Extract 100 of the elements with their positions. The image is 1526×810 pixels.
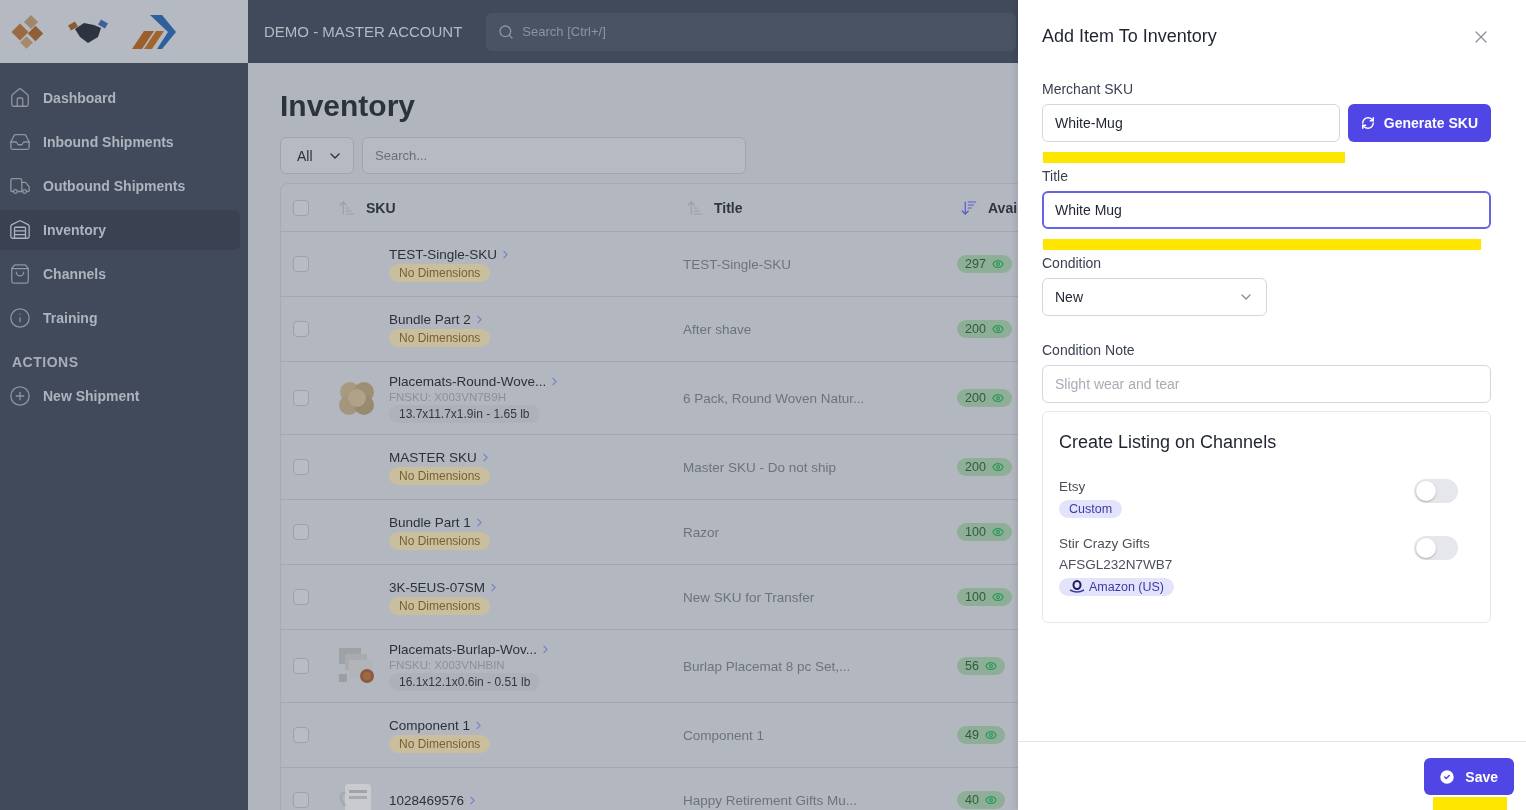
bag-icon	[9, 263, 31, 285]
channel-name: Stir Crazy Gifts	[1059, 536, 1150, 551]
warning-badge: No Dimensions	[389, 466, 491, 485]
available-badge: 200	[957, 389, 1012, 407]
sku-link[interactable]: Component 1	[389, 717, 471, 733]
section-title: ACTIONS	[11, 353, 80, 372]
eye-icon	[991, 591, 1004, 603]
warning-badge: No Dimensions	[389, 531, 491, 550]
sku-link[interactable]: Placemats-Round-Wove...	[389, 373, 547, 389]
available-badge: 49	[957, 726, 1005, 744]
card-title: Create Listing on Channels	[1059, 432, 1278, 453]
table-cell-text: After shave	[683, 321, 753, 337]
table-cell-text: Happy Retirement Gifts Mu...	[683, 792, 859, 808]
available-badge: 297	[957, 255, 1012, 273]
field-label: Condition Note	[1042, 342, 1136, 358]
generate-sku-button[interactable]: Generate SKU	[1347, 104, 1491, 142]
panel-title: Add Item To Inventory	[1042, 26, 1217, 47]
table-cell-text: Component 1	[683, 727, 766, 743]
channel-name: Etsy	[1059, 479, 1086, 494]
eye-icon	[991, 461, 1004, 473]
available-badge: 200	[957, 458, 1012, 476]
sidebar-item[interactable]: Dashboard	[0, 78, 240, 118]
sku-link[interactable]: 3K-5EUS-07SM	[389, 579, 486, 595]
warning-badge: No Dimensions	[389, 263, 491, 282]
sidebar-item[interactable]: Inbound Shipments	[0, 122, 240, 162]
checkbox[interactable]	[293, 658, 309, 674]
input-field[interactable]: White Mug	[1042, 191, 1491, 229]
input-field[interactable]: Slight wear and tear	[1042, 365, 1491, 403]
eye-icon	[984, 660, 997, 672]
inbox-icon	[9, 131, 31, 153]
field-label: Merchant SKU	[1042, 81, 1135, 97]
input-field[interactable]: White-Mug	[1042, 104, 1340, 142]
dimensions-badge: 16.1x12.1x0.6in - 0.51 lb	[389, 672, 541, 691]
search-icon	[498, 23, 515, 40]
warning-badge: No Dimensions	[389, 596, 491, 615]
eye-icon	[991, 323, 1004, 335]
table-cell-text: Master SKU - Do not ship	[683, 459, 838, 475]
sku-link[interactable]: Bundle Part 1	[389, 514, 471, 530]
column-header[interactable]: Title	[714, 199, 743, 216]
table-cell-text: Burlap Placemat 8 pc Set,...	[683, 658, 852, 674]
eye-icon	[991, 526, 1004, 538]
toggle-switch[interactable]	[1414, 536, 1458, 560]
warning-badge: No Dimensions	[389, 734, 491, 753]
sidebar-item[interactable]: Inventory	[0, 210, 240, 250]
warning-badge: No Dimensions	[389, 328, 491, 347]
field-label: Title	[1042, 168, 1069, 184]
channel-tag: Amazon (US)	[1059, 578, 1175, 596]
eye-icon	[991, 392, 1004, 404]
checkbox[interactable]	[293, 727, 309, 743]
checkbox[interactable]	[293, 589, 309, 605]
sidebar-item[interactable]: Training	[0, 298, 240, 338]
checkbox[interactable]	[293, 256, 309, 272]
sidebar-item[interactable]: New Shipment	[0, 376, 240, 416]
diamond-logo-icon	[10, 13, 46, 50]
condition-select[interactable]: New	[1042, 278, 1267, 316]
eye-icon	[991, 258, 1004, 270]
warehouse-icon	[9, 219, 31, 241]
table-cell-text: TEST-Single-SKU	[683, 256, 793, 272]
save-button[interactable]: Save	[1424, 758, 1514, 796]
sku-link[interactable]: MASTER SKU	[389, 449, 477, 465]
available-badge: 56	[957, 657, 1005, 675]
field-label: Condition	[1042, 255, 1103, 271]
available-badge: 100	[957, 523, 1012, 541]
sku-link[interactable]: Placemats-Burlap-Wov...	[389, 641, 538, 657]
sort-icon[interactable]	[686, 198, 704, 217]
checkbox[interactable]	[293, 792, 309, 808]
home-icon	[9, 87, 31, 109]
checkbox[interactable]	[293, 390, 309, 406]
refresh-icon	[1360, 116, 1375, 130]
check-icon	[1438, 767, 1457, 786]
available-badge: 200	[957, 320, 1012, 338]
dimensions-badge: 13.7x11.7x1.9in - 1.65 lb	[389, 404, 540, 423]
sort-icon[interactable]	[338, 198, 356, 217]
sku-link[interactable]: 1028469576	[389, 792, 465, 808]
account-name: DEMO - MASTER ACCOUNT	[264, 23, 463, 40]
sort-icon[interactable]	[960, 198, 978, 217]
column-header[interactable]: Avai	[988, 199, 1018, 216]
truck-icon	[9, 175, 31, 197]
sidebar-item[interactable]: Channels	[0, 254, 240, 294]
checkbox[interactable]	[293, 459, 309, 475]
sidebar-item[interactable]: Outbound Shipments	[0, 166, 240, 206]
sku-link[interactable]: TEST-Single-SKU	[389, 246, 498, 262]
eye-icon	[984, 794, 997, 806]
channel-id: AFSGL232N7WB7	[1059, 557, 1173, 572]
table-cell-text: 6 Pack, Round Woven Natur...	[683, 390, 866, 406]
info-icon	[9, 307, 31, 329]
toggle-switch[interactable]	[1414, 479, 1458, 503]
filter-dropdown[interactable]: All	[280, 137, 354, 174]
available-badge: 100	[957, 588, 1012, 606]
channel-tag: Custom	[1059, 500, 1123, 518]
table-cell-text: Razor	[683, 524, 720, 540]
chevron-logo-icon	[130, 12, 178, 51]
eye-icon	[984, 729, 997, 741]
column-header[interactable]: SKU	[366, 199, 396, 216]
available-badge: 40	[957, 791, 1005, 809]
table-cell-text: New SKU for Transfer	[683, 589, 816, 605]
checkbox[interactable]	[293, 524, 309, 540]
checkbox[interactable]	[293, 199, 309, 216]
checkbox[interactable]	[293, 321, 309, 337]
sku-link[interactable]: Bundle Part 2	[389, 311, 471, 327]
